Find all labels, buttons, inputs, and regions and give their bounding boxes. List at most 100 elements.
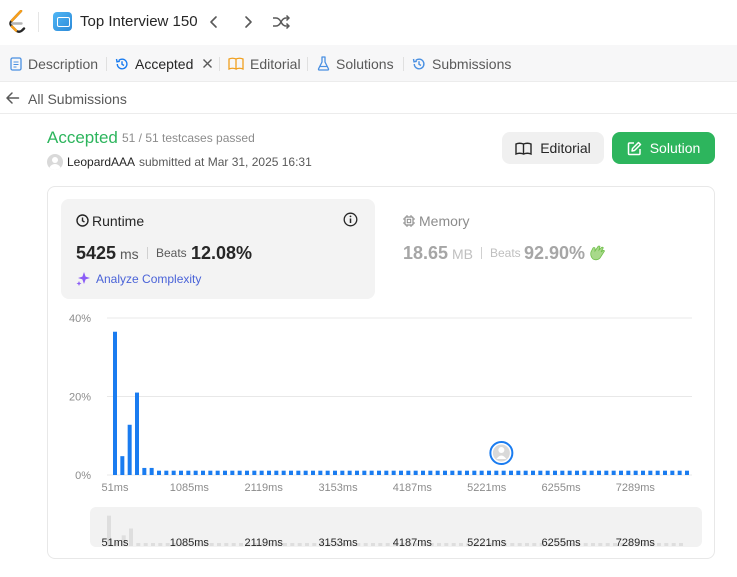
chart-bar	[215, 470, 220, 475]
runtime-value: 5425	[76, 243, 117, 263]
brush-bar	[283, 543, 287, 546]
divider	[147, 247, 148, 259]
brush-bar	[517, 543, 522, 546]
brush-tick-label: 3153ms	[318, 537, 358, 549]
chart-bar	[538, 470, 543, 475]
brush-bar	[525, 543, 529, 546]
chart-bar	[633, 470, 638, 475]
shuffle-icon[interactable]	[270, 11, 292, 33]
chart-range-brush[interactable]: 51ms 1085ms 2119ms 3153ms 4187ms 5221ms 6255ms…	[90, 507, 702, 549]
tab-label: Submissions	[432, 55, 512, 72]
brush-tick-label: 2119ms	[245, 537, 284, 549]
chevron-right-icon[interactable]	[237, 11, 259, 33]
chart-bar	[259, 470, 264, 475]
editorial-button[interactable]: Editorial	[502, 132, 604, 164]
chevron-left-icon[interactable]	[203, 11, 225, 33]
brush-bar	[679, 543, 683, 546]
brush-bar	[305, 543, 309, 546]
brush-tick-label: 5221ms	[467, 537, 507, 549]
chip-icon	[403, 215, 415, 227]
chart-bar	[252, 470, 257, 475]
chart-bar	[267, 470, 271, 475]
tab-label: Solutions	[336, 55, 394, 72]
leetcode-logo[interactable]	[8, 10, 28, 34]
chart-bar	[377, 470, 381, 475]
testcases-passed: 51 / 51 testcases passed	[122, 131, 255, 145]
chart-bar	[589, 470, 594, 475]
book-icon	[228, 57, 244, 70]
submission-status: Accepted	[47, 128, 118, 147]
username-link[interactable]: LeopardAAA	[67, 155, 135, 169]
memory-unit: MB	[452, 246, 473, 262]
all-submissions-link[interactable]: All Submissions	[28, 91, 127, 107]
chart-bar	[296, 470, 301, 475]
x-tick-label: 4187ms	[393, 482, 433, 494]
brush-tick-label: 51ms	[102, 537, 129, 549]
brush-bar	[371, 543, 375, 546]
chart-bar	[560, 470, 565, 475]
study-plan-title[interactable]: Top Interview 150	[80, 13, 198, 30]
study-plan-icon[interactable]	[53, 12, 72, 31]
chart-bar	[164, 470, 169, 475]
chart-bar	[333, 470, 337, 475]
info-icon[interactable]	[343, 212, 358, 227]
chart-bar	[391, 470, 396, 475]
chart-bar	[113, 331, 117, 475]
x-tick-label: 6255ms	[541, 482, 581, 494]
chart-bar	[193, 470, 198, 475]
chart-bar	[567, 470, 572, 475]
tab-description[interactable]: Description	[10, 45, 98, 82]
tab-submissions[interactable]: Submissions	[412, 45, 511, 82]
arrow-left-icon[interactable]	[5, 91, 20, 105]
chart-bar	[149, 467, 154, 475]
chart-bar	[457, 470, 462, 475]
submitted-at: submitted at Mar 31, 2025 16:31	[139, 155, 312, 169]
x-tick-label: 7289ms	[616, 482, 656, 494]
chart-bar	[604, 470, 609, 475]
runtime-unit: ms	[120, 246, 139, 262]
brush-tick-label: 7289ms	[616, 537, 656, 549]
x-tick-label: 5221ms	[467, 482, 507, 494]
chart-bar	[135, 392, 139, 475]
analyze-complexity-link[interactable]: Analyze Complexity	[96, 272, 201, 286]
chart-bar	[465, 470, 469, 475]
brush-bar	[532, 543, 537, 546]
brush-tick-label: 1085ms	[170, 537, 210, 549]
memory-beats-value: 92.90%	[524, 243, 586, 263]
tab-label: Accepted	[135, 55, 194, 72]
chart-bar	[281, 470, 286, 475]
history-icon	[115, 58, 128, 69]
tab-accepted[interactable]: Accepted	[115, 45, 219, 82]
close-icon[interactable]	[202, 58, 213, 69]
tab-editorial[interactable]: Editorial	[228, 45, 301, 82]
history-icon	[412, 58, 425, 69]
tab-solutions[interactable]: Solutions	[317, 45, 394, 82]
chart-bar	[127, 424, 132, 475]
brush-bar	[224, 543, 229, 546]
chart-bar	[179, 470, 183, 475]
chart-bar	[208, 470, 213, 475]
chart-bar	[201, 470, 205, 475]
brush-bar	[129, 528, 133, 546]
your-submission-marker	[489, 441, 514, 465]
chart-bar	[670, 470, 675, 475]
book-icon	[515, 142, 532, 155]
chart-bar	[318, 470, 323, 475]
brush-bar	[290, 543, 295, 546]
memory-beats-label: Beats	[490, 246, 521, 260]
solution-button[interactable]: Solution	[612, 132, 715, 164]
tab-label: Description	[28, 55, 99, 72]
brush-bar	[312, 543, 317, 546]
brush-bar	[378, 543, 383, 546]
runtime-distribution-chart[interactable]: 0% 20% 40% 51ms 1085ms 2119ms 3153ms 4187ms 5221…	[60, 308, 700, 498]
brush-bar	[209, 543, 214, 546]
chart-bar	[245, 470, 249, 475]
chart-bar	[501, 470, 506, 475]
avatar[interactable]	[47, 154, 63, 170]
memory-title[interactable]: Memory	[419, 213, 470, 229]
brush-bar	[151, 543, 155, 546]
brush-bar	[657, 543, 661, 546]
chart-bar	[516, 470, 521, 475]
brush-bar	[591, 543, 595, 546]
chart-bar	[230, 470, 235, 475]
